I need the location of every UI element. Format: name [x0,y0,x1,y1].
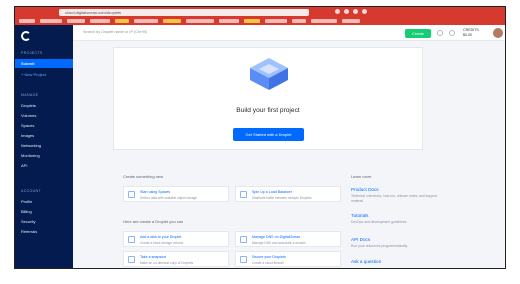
sidebar-item-networking[interactable]: Networking [21,143,41,148]
account-heading: ACCOUNT [21,189,41,193]
extension-icon[interactable] [344,9,349,14]
lock-icon [240,256,247,263]
bookmark[interactable] [163,18,181,23]
card-description: Create a cloud firewall [252,261,284,265]
new-project-link[interactable]: + New Project [21,72,46,77]
try-section-heading: Here are create a Droplet you can [123,219,184,224]
card-title: Take a snapshot [140,255,167,259]
get-started-button[interactable]: Get Started with a Droplet [233,128,304,141]
bookmark[interactable] [134,18,158,23]
learn-link-product-docs[interactable]: Product Docs [351,187,379,192]
bookmark[interactable] [19,18,35,23]
card-title: Secure your Droplets [252,255,286,259]
sidebar-item-droplets[interactable]: Droplets [21,103,36,108]
credits-label: CREDITS [463,28,479,32]
bookmark[interactable] [265,18,287,23]
extension-icon[interactable] [353,9,358,14]
learn-link-ask-question[interactable]: Ask a question [351,259,381,264]
bookmark[interactable] [40,18,62,23]
card-description: Make an on-demand copy of Droplets [140,261,194,265]
card-title: Manage DNS on DigitalOcean [252,235,301,239]
bookmark[interactable] [186,18,214,23]
bookmark[interactable] [244,18,260,23]
card-title: Add a disk to your Droplet [140,235,182,239]
isometric-server-illustration [250,58,288,90]
bookmark[interactable] [90,18,110,23]
extension-icon[interactable] [335,9,340,14]
card-title: Start using Spaces [140,190,171,194]
sidebar-item-profile[interactable]: Profile [21,199,32,204]
spaces-icon [128,191,135,198]
dns-icon [240,236,247,243]
learn-link-tutorials[interactable]: Tutorials [351,213,368,218]
learn-section-heading: Learn more [351,174,372,179]
sidebar-item-api[interactable]: API [21,163,27,168]
learn-link-api-docs[interactable]: API Docs [351,237,370,242]
main-content: Build your first project Get Started wit… [73,41,505,268]
card-snapshot[interactable]: Take a snapshot Make an on-demand copy o… [123,251,229,267]
sidebar-item-images[interactable]: Images [21,133,34,138]
card-description: Distribute traffic between multiple Drop… [252,196,312,200]
bookmark[interactable] [311,18,337,23]
empty-state-card: Build your first project Get Started wit… [113,47,423,150]
sidebar-item-monitoring[interactable]: Monitoring [21,153,40,158]
sidebar-item-volumes[interactable]: Volumes [21,113,36,118]
learn-desc: Run your resources programmatically [351,244,408,248]
create-button[interactable]: Create [405,29,431,38]
projects-heading: PROJECTS [21,51,43,55]
manage-heading: MANAGE [21,93,39,97]
browser-extension-icons [335,9,367,14]
help-icon[interactable] [437,30,443,36]
bookmark[interactable] [67,18,85,23]
bookmark[interactable] [342,18,360,23]
sidebar-item-active-project[interactable]: Submit [15,59,73,68]
avatar[interactable] [493,28,503,38]
sidebar-item-billing[interactable]: Billing [21,209,32,214]
bookmark[interactable] [292,18,306,23]
card-load-balancer[interactable]: Spin Up a Load Balancer Distribute traff… [235,186,341,202]
card-description: Deliver data with scalable object storag… [140,196,198,200]
bookmark[interactable] [219,18,239,23]
notifications-icon[interactable] [449,30,455,36]
card-description: Create a block storage volume [140,241,184,245]
learn-desc: DevOps and development guidelines [351,220,407,224]
card-firewall[interactable]: Secure your Droplets Create a cloud fire… [235,251,341,267]
bookmark[interactable] [115,18,129,23]
extension-icon[interactable] [362,9,367,14]
top-bar: Search by Droplet name or IP (Ctrl+B) Cr… [73,25,505,41]
load-balancer-icon [240,191,247,198]
browser-chrome: cloud.digitalocean.com/droplets [15,7,505,25]
screenshot-frame: cloud.digitalocean.com/droplets PROJECTS… [14,6,506,269]
card-add-disk[interactable]: Add a disk to your Droplet Create a bloc… [123,231,229,247]
create-section-heading: Create something new [123,174,164,179]
sidebar-item-security[interactable]: Security [21,219,35,224]
sidebar-item-referrals[interactable]: Referrals [21,229,37,234]
sidebar: PROJECTS Submit + New Project MANAGE Dro… [15,25,73,268]
search-input[interactable]: Search by Droplet name or IP (Ctrl+B) [83,30,147,34]
volume-icon [128,236,135,243]
credits-display: CREDITS $0.00 [463,28,479,37]
credits-value: $0.00 [463,32,472,37]
card-spaces[interactable]: Start using Spaces Deliver data with sca… [123,186,229,202]
digitalocean-logo-icon[interactable] [21,31,31,41]
sidebar-item-spaces[interactable]: Spaces [21,123,34,128]
card-manage-dns[interactable]: Manage DNS on DigitalOcean Manage DNS an… [235,231,341,247]
card-title: Spin Up a Load Balancer [252,190,292,194]
learn-desc: Technical overviews, how-tos, release no… [351,194,437,203]
empty-state-title: Build your first project [236,107,300,114]
snapshot-icon [128,256,135,263]
card-description: Manage DNS and associate a domain [252,241,306,245]
bookmarks-bar [19,17,499,24]
address-bar[interactable]: cloud.digitalocean.com/droplets [59,9,309,16]
